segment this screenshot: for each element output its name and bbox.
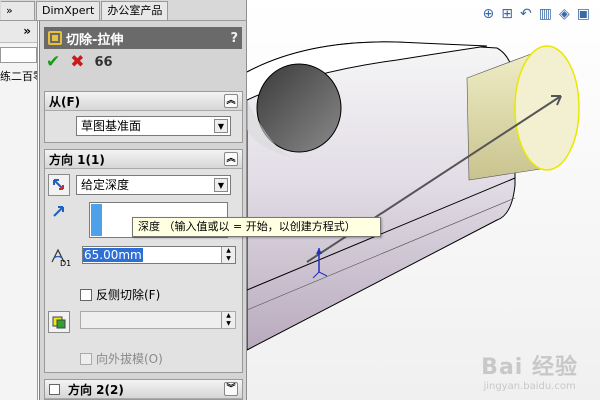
from-group-label: 从(F) [49, 94, 81, 109]
flip-side-label: 反侧切除(F) [96, 288, 161, 302]
d1-label: D1 [60, 259, 72, 268]
help-icon[interactable]: ? [230, 31, 238, 46]
draft-outward-label: 向外拔模(O) [96, 352, 163, 366]
dimension-icon: D1 [48, 245, 72, 268]
from-group-header[interactable]: 从(F) ︽ [45, 92, 242, 111]
ok-icon[interactable]: ✔ [46, 52, 60, 72]
chevron-up-icon[interactable]: ︽ [224, 94, 238, 108]
watermark: Bai 经验 jingyan.baidu.com [481, 349, 578, 392]
chevron-down-icon[interactable]: ︾ [224, 382, 238, 396]
direction2-group: 方向 2(2) ︾ [44, 379, 243, 400]
tab-collapse[interactable]: » [1, 1, 35, 20]
direction2-group-header[interactable]: 方向 2(2) ︾ [45, 380, 242, 399]
feature-tree-panel: » 练二百零 [0, 21, 38, 400]
tab-office-products[interactable]: 办公室产品 [101, 1, 169, 20]
watermark-url: jingyan.baidu.com [483, 381, 576, 392]
draft-outward-checkbox[interactable]: 向外拔模(O) [80, 350, 163, 367]
draft-angle-input[interactable]: ▲ ▼ [80, 311, 236, 329]
from-selected-value: 草图基准面 [81, 119, 142, 133]
flip-side-box[interactable] [80, 288, 92, 301]
collapse-icon[interactable]: » [23, 24, 31, 38]
cancel-icon[interactable]: ✖ [70, 52, 84, 72]
tree-filter-field[interactable] [0, 47, 37, 63]
direction2-group-label: 方向 2(2) [68, 382, 124, 397]
flip-side-checkbox[interactable]: 反侧切除(F) [80, 286, 160, 303]
end-condition-value: 给定深度 [81, 178, 130, 192]
direction-arrow-icon [48, 200, 70, 222]
draft-angle-spinner[interactable]: ▲ ▼ [221, 312, 235, 328]
command-tab-bar: » DimXpert 办公室产品 [0, 0, 250, 21]
direction1-group-header[interactable]: 方向 1(1) ︽ [45, 150, 242, 169]
draft-outward-box[interactable] [80, 352, 92, 365]
selection-highlight [91, 204, 102, 236]
feature-icon [48, 31, 62, 45]
graphics-viewport[interactable]: ⊕ ⊞ ↶ ▥ ◈ ▣ [246, 0, 600, 400]
tree-header: » [0, 21, 37, 43]
direction2-checkbox[interactable] [49, 383, 60, 395]
from-combo[interactable]: 草图基准面 ▼ [76, 116, 231, 136]
depth-input[interactable]: 65.00mm ▲ ▼ [82, 246, 236, 264]
action-buttons: ✔ ✖ 66 [40, 49, 246, 75]
draft-icon[interactable] [48, 311, 70, 333]
tab-dimxpert[interactable]: DimXpert [36, 1, 101, 20]
feature-title-bar: 切除-拉伸 ? [44, 27, 242, 49]
tree-item[interactable]: 练二百零 [0, 68, 37, 84]
property-manager: 切除-拉伸 ? ✔ ✖ 66 从(F) ︽ 草图基准面 ▼ 方向 1(1) ︽ … [39, 21, 246, 400]
preview-icon[interactable]: 66 [95, 55, 113, 70]
depth-value: 65.00mm [83, 248, 143, 262]
watermark-logo: Bai 经验 [481, 355, 578, 380]
depth-tooltip: 深度 （输入值或以 = 开始，以创建方程式） [132, 217, 381, 237]
direction1-group-label: 方向 1(1) [49, 152, 105, 167]
direction1-group: 方向 1(1) ︽ 给定深度 ▼ D1 65.00mm ▲▼ 反侧切除(F) [44, 149, 243, 373]
collapse-icon: » [6, 4, 13, 17]
chevron-down-icon[interactable]: ▼ [214, 178, 228, 192]
chevron-up-icon[interactable]: ︽ [224, 152, 238, 166]
reverse-direction-icon[interactable] [48, 174, 70, 196]
from-group: 从(F) ︽ 草图基准面 ▼ [44, 91, 243, 143]
end-condition-combo[interactable]: 给定深度 ▼ [76, 175, 231, 195]
model-graphic [247, 41, 580, 351]
depth-spinner[interactable]: ▲ ▼ [221, 247, 235, 263]
chevron-down-icon[interactable]: ▼ [214, 119, 228, 133]
feature-title: 切除-拉伸 [66, 32, 124, 48]
